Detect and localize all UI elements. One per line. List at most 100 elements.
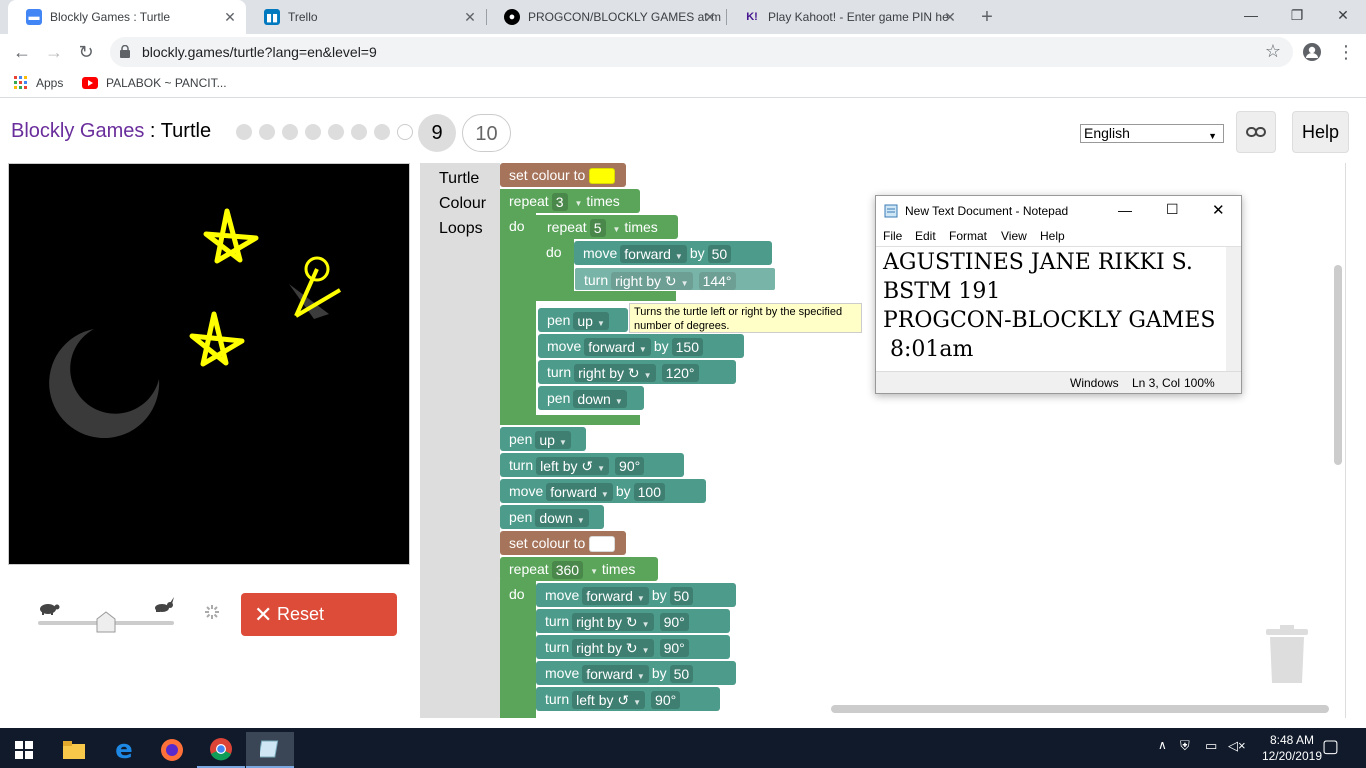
menu-format[interactable]: Format — [949, 229, 987, 243]
turn-block-selected[interactable]: turn right by ↻ ▼ 144° — [574, 267, 776, 291]
angle-field[interactable]: 90° — [615, 457, 645, 476]
language-select[interactable]: English ▼ — [1080, 124, 1224, 143]
turn-block[interactable]: turn right by ↻ ▼ 90° — [536, 635, 730, 659]
distance-field[interactable]: 50 — [669, 665, 694, 684]
edge-icon[interactable]: e — [100, 732, 148, 768]
vertical-scrollbar[interactable] — [1334, 265, 1342, 465]
windows-start-icon[interactable] — [0, 732, 48, 768]
notepad-window[interactable]: New Text Document - Notepad — ☐ ✕ File E… — [875, 195, 1242, 394]
angle-field[interactable]: 120° — [661, 364, 699, 383]
pen-block[interactable]: pen up ▼ — [500, 427, 586, 451]
turn-block[interactable]: turn left by ↺ ▼ 90° — [536, 687, 720, 711]
show-hidden-icons-icon[interactable]: ∧ — [1158, 738, 1167, 752]
repeat-block[interactable]: repeat 3 ▼ times — [500, 189, 640, 213]
notification-icon[interactable]: ▢ — [1322, 736, 1339, 757]
address-bar[interactable]: blockly.games/turtle?lang=en&level=9 ☆ — [110, 37, 1293, 67]
level-dot[interactable] — [282, 124, 298, 140]
trash-icon[interactable] — [1264, 625, 1310, 685]
bookmark-apps[interactable]: Apps — [14, 76, 63, 90]
file-explorer-icon[interactable] — [50, 732, 98, 768]
pen-dropdown[interactable]: down ▼ — [535, 509, 589, 528]
back-icon[interactable]: ← — [10, 40, 34, 64]
tab-blockly[interactable]: ▬ Blockly Games : Turtle ✕ — [8, 0, 246, 34]
level-dot[interactable] — [305, 124, 321, 140]
angle-field[interactable]: 144° — [698, 272, 736, 291]
horizontal-scrollbar[interactable] — [831, 705, 1329, 713]
menu-edit[interactable]: Edit — [915, 229, 936, 243]
bookmark-star-icon[interactable]: ☆ — [1265, 41, 1281, 62]
security-icon[interactable]: ⛨ — [1180, 738, 1190, 754]
angle-field[interactable]: 90° — [659, 639, 689, 658]
repeat-block[interactable]: repeat 5 ▼ times — [538, 215, 678, 239]
notepad-taskbar-icon[interactable] — [246, 732, 294, 768]
reload-icon[interactable]: ↻ — [74, 40, 98, 64]
turn-dropdown[interactable]: left by ↺ ▼ — [572, 691, 646, 710]
repeat-block[interactable]: repeat 360 ▼ times — [500, 557, 658, 581]
distance-field[interactable]: 50 — [707, 245, 732, 264]
repeat-count[interactable]: 3 — [551, 193, 568, 212]
move-block[interactable]: move forward ▼ by 50 — [574, 241, 772, 265]
level-dot[interactable] — [374, 124, 390, 140]
level-dot[interactable] — [236, 124, 252, 140]
turn-dropdown[interactable]: right by ↻ ▼ — [572, 639, 654, 658]
distance-field[interactable]: 50 — [669, 587, 694, 606]
chrome-icon[interactable] — [197, 732, 245, 768]
tab-github[interactable]: ● PROGCON/BLOCKLY GAMES at m ✕ — [486, 0, 726, 34]
turn-dropdown[interactable]: right by ↻ ▼ — [574, 364, 656, 383]
speed-slider-handle[interactable] — [96, 611, 116, 633]
turn-block[interactable]: turn right by ↻ ▼ 120° — [538, 360, 736, 384]
turn-dropdown[interactable]: left by ↺ ▼ — [536, 457, 610, 476]
network-icon[interactable]: ▭ — [1205, 738, 1217, 754]
notepad-scrollbar[interactable] — [1226, 247, 1241, 371]
set-colour-block[interactable]: set colour to — [500, 163, 626, 187]
profile-icon[interactable] — [1302, 42, 1322, 62]
angle-field[interactable]: 90° — [651, 691, 681, 710]
tab-trello[interactable]: ▮▮ Trello ✕ — [246, 0, 486, 34]
move-block[interactable]: move forward ▼ by 100 — [500, 479, 706, 503]
repeat-count[interactable]: 360 — [551, 561, 584, 580]
brand-link[interactable]: Blockly Games — [11, 120, 144, 142]
close-tab-icon[interactable]: ✕ — [942, 9, 958, 25]
level-dot[interactable] — [351, 124, 367, 140]
angle-field[interactable]: 90° — [659, 613, 689, 632]
forward-icon[interactable]: → — [42, 40, 66, 64]
turn-block[interactable]: turn left by ↺ ▼ 90° — [500, 453, 684, 477]
link-button[interactable] — [1236, 111, 1276, 153]
menu-file[interactable]: File — [883, 229, 902, 243]
close-tab-icon[interactable]: ✕ — [462, 9, 478, 25]
close-tab-icon[interactable]: ✕ — [222, 9, 238, 25]
direction-dropdown[interactable]: forward ▼ — [584, 338, 651, 357]
bookmark-palabok[interactable]: PALABOK ~ PANCIT... — [82, 76, 227, 90]
direction-dropdown[interactable]: forward ▼ — [546, 483, 613, 502]
pen-dropdown[interactable]: up ▼ — [573, 312, 609, 331]
minimize-icon[interactable]: — — [1228, 0, 1274, 30]
menu-help[interactable]: Help — [1040, 229, 1065, 243]
close-window-icon[interactable]: ✕ — [1320, 0, 1366, 30]
level-dot[interactable] — [397, 124, 413, 140]
direction-dropdown[interactable]: forward ▼ — [620, 245, 687, 264]
toolbox-turtle[interactable]: Turtle — [439, 170, 479, 188]
pen-block[interactable]: pen down ▼ — [500, 505, 604, 529]
move-block[interactable]: move forward ▼ by 50 — [536, 661, 736, 685]
close-icon[interactable]: ✕ — [1212, 201, 1225, 219]
next-level[interactable]: 10 — [462, 114, 511, 152]
move-block[interactable]: move forward ▼ by 50 — [536, 583, 736, 607]
set-colour-block[interactable]: set colour to — [500, 531, 626, 555]
taskbar-clock[interactable]: 8:48 AM 12/20/2019 — [1262, 732, 1322, 764]
close-tab-icon[interactable]: ✕ — [702, 9, 718, 25]
turn-block[interactable]: turn right by ↻ ▼ 90° — [536, 609, 730, 633]
firefox-icon[interactable] — [148, 732, 196, 768]
notepad-text-area[interactable]: AGUSTINES JANE RIKKI S. BSTM 191 PROGCON… — [883, 248, 1215, 364]
repeat-count[interactable]: 5 — [589, 219, 606, 238]
menu-view[interactable]: View — [1001, 229, 1027, 243]
level-dot[interactable] — [328, 124, 344, 140]
pen-block[interactable]: pen up ▼ — [538, 308, 628, 332]
direction-dropdown[interactable]: forward ▼ — [582, 665, 649, 684]
maximize-icon[interactable]: ☐ — [1166, 201, 1179, 218]
restore-icon[interactable]: ❐ — [1274, 0, 1320, 30]
pen-dropdown[interactable]: up ▼ — [535, 431, 571, 450]
level-dot[interactable] — [259, 124, 275, 140]
toolbox-loops[interactable]: Loops — [439, 220, 483, 238]
distance-field[interactable]: 150 — [671, 338, 703, 357]
volume-icon[interactable]: ◁× — [1228, 738, 1246, 754]
